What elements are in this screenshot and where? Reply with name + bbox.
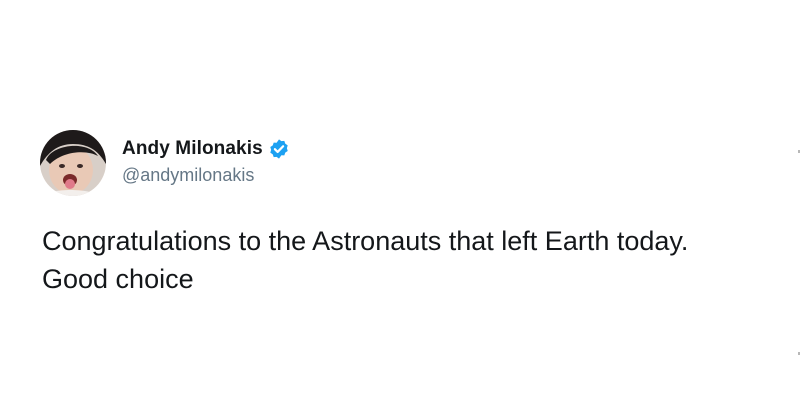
author-identity: Andy Milonakis @andymilonakis — [122, 137, 290, 186]
verified-badge-icon — [268, 138, 290, 160]
name-row: Andy Milonakis — [122, 137, 290, 161]
tweet-header: Andy Milonakis @andymilonakis — [40, 130, 290, 196]
author-handle[interactable]: @andymilonakis — [122, 165, 290, 186]
tweet-text-line: Good choice — [42, 264, 194, 294]
tweet-text: Congratulations to the Astronauts that l… — [42, 222, 792, 298]
tweet-card: Andy Milonakis @andymilonakis Congratula… — [0, 0, 800, 420]
avatar-image — [40, 130, 106, 196]
avatar[interactable] — [40, 130, 106, 196]
author-display-name[interactable]: Andy Milonakis — [122, 138, 263, 160]
tweet-text-line: Congratulations to the Astronauts that l… — [42, 226, 689, 256]
